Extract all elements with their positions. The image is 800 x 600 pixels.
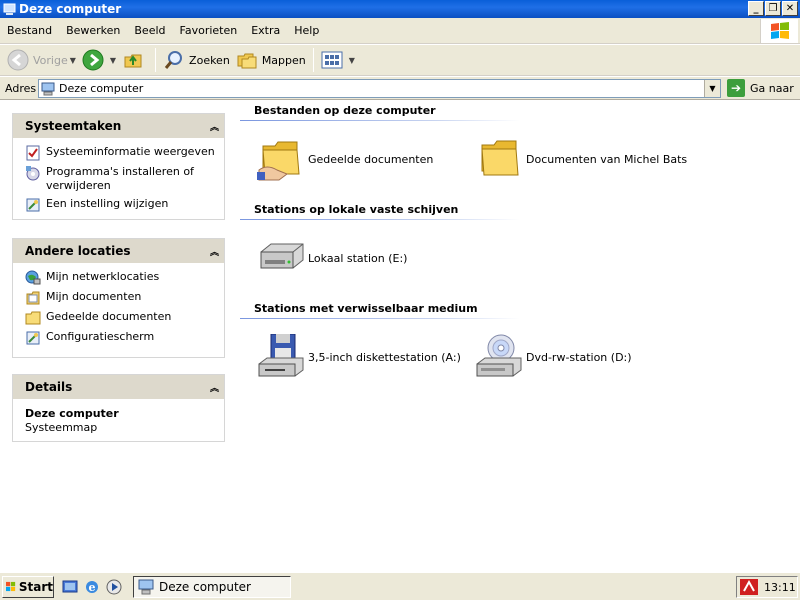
- taskbar-item-deze-computer[interactable]: Deze computer: [133, 576, 291, 598]
- item-dvd-drive-d[interactable]: Dvd-rw-station (D:): [474, 333, 632, 381]
- views-dropdown-icon[interactable]: ▼: [349, 56, 355, 65]
- item-floppy-drive-a[interactable]: 3,5-inch diskettestation (A:): [256, 333, 461, 381]
- folder-icon: [481, 140, 519, 176]
- shared-folder-icon: [257, 141, 300, 181]
- maximize-button[interactable]: ❐: [765, 1, 781, 16]
- place-network[interactable]: Mijn netwerklocaties: [25, 270, 218, 286]
- system-info-icon: [26, 145, 40, 161]
- place-control-panel[interactable]: Configuratiescherm: [25, 330, 218, 346]
- go-button[interactable]: ➔ Ga naar: [727, 79, 794, 97]
- group-files-header: Bestanden op deze computer: [240, 104, 520, 122]
- floppy-drive-icon: [258, 334, 304, 377]
- details-header[interactable]: Details ︽: [13, 375, 224, 399]
- network-icon: [25, 270, 41, 285]
- menu-help[interactable]: Help: [287, 24, 326, 37]
- task-system-info[interactable]: Systeeminformatie weergeven: [25, 145, 218, 161]
- search-icon: [164, 51, 183, 69]
- windows-flag-icon: [770, 22, 789, 39]
- windows-logo: [760, 19, 798, 43]
- taskbar: Start e Deze computer 13:11: [0, 572, 800, 600]
- windows-flag-icon: [6, 581, 16, 592]
- place-my-documents[interactable]: Mijn documenten: [25, 290, 218, 306]
- menu-extra[interactable]: Extra: [244, 24, 287, 37]
- address-input[interactable]: Deze computer ▼: [38, 79, 721, 98]
- item-michel-documents[interactable]: Documenten van Michel Bats: [474, 135, 687, 183]
- go-arrow-icon: ➔: [727, 79, 745, 97]
- toolbar-separator: [155, 48, 157, 72]
- window-title: Deze computer: [19, 2, 122, 16]
- menu-bewerken[interactable]: Bewerken: [59, 24, 127, 37]
- folder-icon: [25, 311, 41, 325]
- menu-beeld[interactable]: Beeld: [127, 24, 172, 37]
- title-bar[interactable]: Deze computer _ ❐ ✕: [0, 0, 800, 18]
- system-tasks-header[interactable]: Systeemtaken ︽: [13, 114, 224, 138]
- start-button[interactable]: Start: [2, 575, 54, 598]
- forward-arrow-icon: [82, 49, 104, 71]
- documents-icon: [26, 291, 40, 305]
- computer-icon: [3, 3, 16, 15]
- close-button[interactable]: ✕: [782, 1, 798, 16]
- address-bar: Adres Deze computer ▼ ➔ Ga naar: [0, 77, 800, 100]
- group-local-drives-header: Stations op lokale vaste schijven: [240, 203, 520, 221]
- computer-icon: [41, 82, 55, 95]
- details-type: Systeemmap: [25, 421, 98, 434]
- details-name: Deze computer: [25, 407, 119, 420]
- system-tasks-pane: Systeemtaken ︽ Systeeminformatie weergev…: [12, 113, 225, 220]
- media-player-icon[interactable]: [106, 579, 122, 595]
- toolbar-separator: [312, 48, 314, 72]
- control-panel-icon: [26, 331, 40, 345]
- dvd-drive-icon: [476, 334, 522, 377]
- folder-up-icon: [124, 54, 142, 68]
- address-label: Adres: [5, 81, 37, 95]
- collapse-icon[interactable]: ︽: [210, 120, 219, 133]
- other-places-pane: Andere locaties ︽ Mijn netwerklocaties M…: [12, 238, 225, 358]
- install-programs-icon: [26, 166, 40, 181]
- computer-icon: [138, 579, 154, 595]
- back-arrow-icon: [7, 49, 29, 71]
- folders-icon: [237, 53, 257, 69]
- toolbar: Vorige ▼ ▼ Zoeken Mappen ▼: [0, 45, 800, 76]
- group-removable-header: Stations met verwisselbaar medium: [240, 302, 520, 320]
- menu-favorieten[interactable]: Favorieten: [173, 24, 245, 37]
- internet-explorer-icon[interactable]: e: [84, 579, 100, 595]
- forward-button[interactable]: ▼: [79, 46, 119, 74]
- back-dropdown-icon[interactable]: ▼: [70, 56, 76, 65]
- views-button[interactable]: ▼: [318, 46, 358, 74]
- antivirus-icon[interactable]: [740, 579, 758, 595]
- forward-dropdown-icon[interactable]: ▼: [110, 56, 116, 65]
- collapse-icon[interactable]: ︽: [210, 245, 219, 258]
- views-icon: [321, 51, 343, 69]
- control-panel-icon: [26, 198, 40, 212]
- task-add-remove-programs[interactable]: Programma's installeren of verwijderen: [25, 165, 218, 193]
- folders-button[interactable]: Mappen: [233, 46, 309, 74]
- show-desktop-icon[interactable]: [62, 579, 78, 595]
- minimize-button[interactable]: _: [748, 1, 764, 16]
- hard-drive-icon: [260, 243, 304, 269]
- address-dropdown-button[interactable]: ▼: [704, 80, 720, 97]
- quick-launch: e: [62, 579, 122, 595]
- search-button[interactable]: Zoeken: [160, 46, 233, 74]
- details-pane: Details ︽ Deze computer Systeemmap: [12, 374, 225, 442]
- menu-bar: Bestand Bewerken Beeld Favorieten Extra …: [0, 18, 800, 44]
- up-folder-button[interactable]: [119, 46, 151, 74]
- svg-text:e: e: [89, 581, 96, 594]
- clock[interactable]: 13:11: [764, 581, 796, 594]
- place-shared-documents[interactable]: Gedeelde documenten: [25, 310, 218, 326]
- collapse-icon[interactable]: ︽: [210, 381, 219, 394]
- menu-bestand[interactable]: Bestand: [0, 24, 59, 37]
- system-tray: 13:11: [736, 576, 798, 598]
- item-shared-documents[interactable]: Gedeelde documenten: [256, 135, 433, 183]
- item-local-drive-e[interactable]: Lokaal station (E:): [256, 234, 407, 282]
- main-content: Systeemtaken ︽ Systeeminformatie weergev…: [0, 101, 800, 572]
- task-change-setting[interactable]: Een instelling wijzigen: [25, 197, 218, 213]
- other-places-header[interactable]: Andere locaties ︽: [13, 239, 224, 263]
- back-button[interactable]: Vorige ▼: [4, 46, 79, 74]
